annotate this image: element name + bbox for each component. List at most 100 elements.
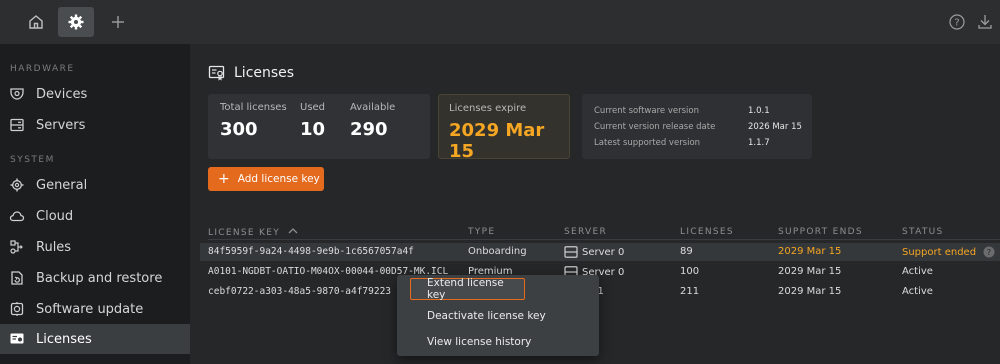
sidebar-item-label: Rules [36, 239, 72, 255]
sidebar-item-backup[interactable]: Backup and restore [0, 263, 190, 293]
add-license-key-label: Add license key [237, 173, 320, 185]
backup-icon [8, 269, 26, 287]
help-icon[interactable]: ? [983, 246, 995, 258]
sidebar-item-servers[interactable]: Servers [0, 110, 190, 140]
home-icon [29, 15, 43, 29]
home-tab[interactable] [18, 7, 54, 37]
cell-status-text: Support ended [902, 247, 977, 258]
device-icon [8, 85, 26, 103]
cell-type: Onboarding [468, 246, 527, 257]
table-row[interactable]: A0101-NGDBT-OATIO-M04OX-00044-00D57-MK.I… [200, 263, 1000, 281]
stat-expire-label: Licenses expire [449, 103, 527, 114]
cell-server-text: Server 0 [582, 247, 625, 258]
column-header-support-ends[interactable]: SUPPORT ENDS [778, 227, 863, 237]
server-icon [8, 116, 26, 134]
plus-icon: + [218, 171, 230, 187]
cell-server: Server 0 [564, 246, 624, 258]
sidebar-item-label: Software update [36, 301, 144, 317]
stat-total: Total licenses 300 [220, 102, 287, 140]
update-icon [8, 300, 26, 318]
stat-used-label: Used [300, 102, 326, 113]
sidebar-item-licenses[interactable]: Licenses [0, 324, 190, 354]
cell-status: Active [902, 286, 933, 297]
page-title-text: Licenses [234, 65, 295, 81]
gear-icon [68, 14, 84, 30]
cloud-icon [8, 207, 26, 225]
gear-icon [8, 176, 26, 194]
column-header-license-key[interactable]: LICENSE KEY [208, 227, 298, 238]
add-license-key-button[interactable]: + Add license key [208, 167, 324, 191]
table-row[interactable]: cebf0722-a303-48a5-9870-a4f79223 rver 1 … [200, 283, 1000, 301]
cell-support-ends: 2029 Mar 15 [778, 246, 842, 257]
stat-expire-value: 2029 Mar 15 [449, 120, 545, 162]
section-label-hardware: HARDWARE [10, 64, 75, 74]
sidebar-item-label: Servers [36, 117, 86, 133]
top-bar: ? [0, 0, 1000, 44]
cell-support-ends: 2029 Mar 15 [778, 286, 842, 297]
download-button[interactable] [974, 11, 996, 33]
sidebar-item-rules[interactable]: Rules [0, 232, 190, 262]
menu-item-deactivate-license-key[interactable]: Deactivate license key [397, 305, 599, 327]
help-icon: ? [949, 14, 965, 30]
download-icon [978, 15, 992, 29]
license-icon [208, 64, 226, 82]
plus-icon [112, 16, 124, 28]
stat-available-label: Available [350, 102, 396, 113]
version-info-panel: Current software version 1.0.1 Current v… [582, 94, 812, 159]
latest-version-value: 1.1.7 [748, 138, 770, 148]
stat-available-value: 290 [350, 119, 388, 140]
sidebar-item-label: Backup and restore [36, 270, 163, 286]
menu-item-view-license-history[interactable]: View license history [397, 331, 599, 353]
stat-total-label: Total licenses [220, 102, 287, 113]
section-label-system: SYSTEM [10, 155, 55, 165]
cell-licenses: 211 [680, 286, 700, 297]
add-tab-button[interactable] [100, 7, 136, 37]
stat-expire: Licenses expire 2029 Mar 15 [449, 103, 569, 162]
sidebar: HARDWARE Devices Servers SYSTEM General … [0, 44, 190, 364]
menu-item-extend-license-key[interactable]: Extend license key [410, 277, 525, 301]
current-version-label: Current software version [594, 106, 699, 116]
table-row[interactable]: 84f5959f-9a24-4498-9e9b-1c6567057a4f Onb… [200, 243, 1000, 261]
cell-support-ends: 2029 Mar 15 [778, 266, 842, 277]
svg-text:?: ? [987, 248, 991, 257]
sort-ascending-icon [288, 228, 298, 234]
cell-license-key: cebf0722-a303-48a5-9870-a4f79223 [208, 286, 392, 297]
stat-available: Available 290 [350, 102, 395, 140]
release-date-label: Current version release date [594, 122, 716, 132]
help-button[interactable]: ? [946, 11, 968, 33]
license-counts-panel: Total licenses 300 Used 10 Available 290 [208, 94, 430, 159]
stat-used-value: 10 [300, 119, 326, 140]
license-context-menu: Extend license key Deactivate license ke… [397, 275, 599, 356]
license-icon [8, 330, 26, 348]
column-header-licenses[interactable]: LICENSES [680, 227, 734, 237]
rules-icon [8, 238, 26, 256]
sidebar-item-label: Licenses [36, 331, 92, 347]
column-header-status[interactable]: STATUS [902, 227, 944, 237]
server-icon [564, 246, 578, 258]
cell-status: Support ended ? [902, 246, 995, 258]
cell-licenses: 100 [680, 266, 700, 277]
sidebar-item-label: Cloud [36, 208, 74, 224]
settings-tab[interactable] [58, 7, 94, 37]
table-header-divider [208, 239, 1000, 240]
cell-licenses: 89 [680, 246, 693, 257]
sidebar-item-general[interactable]: General [0, 170, 190, 200]
column-header-type[interactable]: TYPE [468, 227, 495, 237]
stat-total-value: 300 [220, 119, 258, 140]
sidebar-item-software-update[interactable]: Software update [0, 294, 190, 324]
sidebar-item-label: General [36, 177, 88, 193]
sidebar-item-devices[interactable]: Devices [0, 79, 190, 109]
column-header-server[interactable]: SERVER [564, 227, 607, 237]
page-title: Licenses [208, 64, 294, 82]
stat-used: Used 10 [300, 102, 325, 140]
sidebar-item-cloud[interactable]: Cloud [0, 201, 190, 231]
current-version-value: 1.0.1 [748, 106, 770, 116]
license-expire-panel: Licenses expire 2029 Mar 15 [438, 94, 570, 162]
column-header-license-key-text: LICENSE KEY [208, 228, 281, 238]
latest-version-label: Latest supported version [594, 138, 701, 148]
release-date-value: 2026 Mar 15 [748, 122, 802, 132]
sidebar-item-label: Devices [36, 86, 88, 102]
svg-text:?: ? [954, 18, 959, 29]
cell-status: Active [902, 266, 933, 277]
cell-license-key: 84f5959f-9a24-4498-9e9b-1c6567057a4f [208, 246, 414, 257]
